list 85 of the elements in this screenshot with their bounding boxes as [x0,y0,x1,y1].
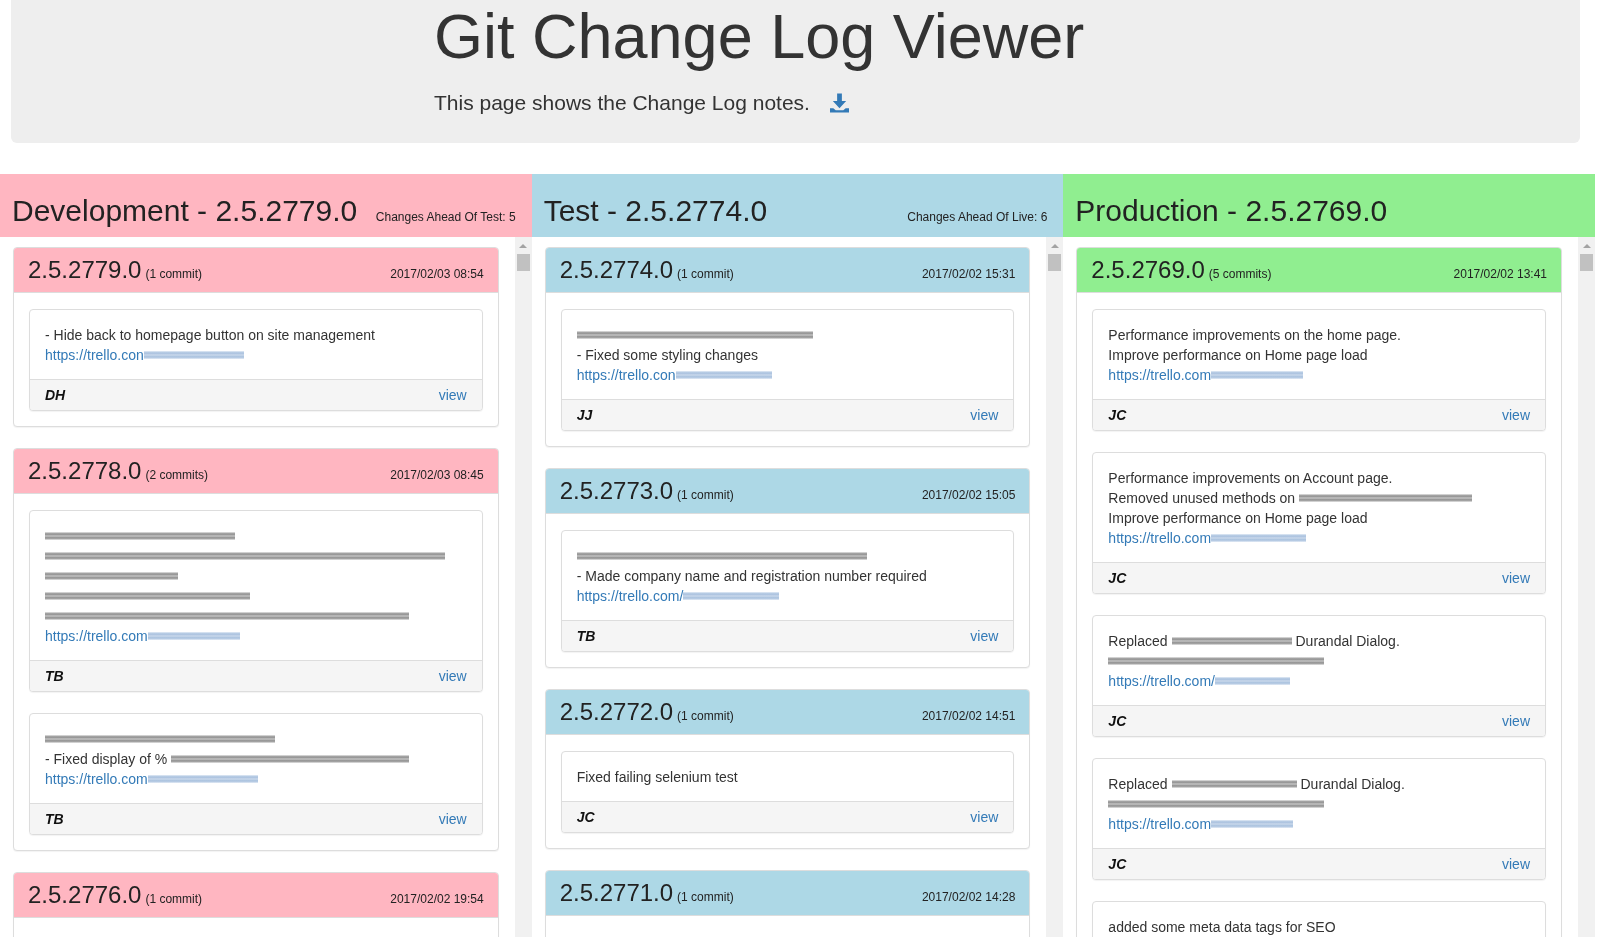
commit-author: JC [1108,406,1127,425]
trello-link[interactable]: https://trello.com/ [576,585,684,607]
scrollbar[interactable] [514,237,532,937]
release-date: 2017/02/02 19:54 [390,891,484,908]
release-version: 2.5.2769.0 [1091,257,1205,283]
commit-author: DH [45,386,66,405]
commit-message: Performance improvements on Account page. [1108,468,1393,488]
release-version: 2.5.2771.0 [559,880,674,906]
commit-message: Performance improvements on the home page. [1108,325,1401,345]
release-version: 2.5.2778.0 [28,458,142,484]
view-link[interactable]: view [970,626,999,646]
release-version: 2.5.2779.0 [28,257,142,283]
commit-count: (5 commits) [1208,266,1272,283]
column-title: Development - 2.5.2779.0 [12,194,358,227]
trello-link[interactable]: https://trello.com [45,625,148,647]
commit-message: Fixed failing selenium test [576,767,738,787]
commit-author: JC [1108,569,1127,588]
view-link[interactable]: view [970,807,999,827]
commit-author: TB [45,667,64,686]
scrollbar-thumb[interactable] [1580,254,1593,271]
commit-message: Durandal Dialog. [1295,631,1400,651]
commit-count: (1 commit) [145,266,203,283]
release-date: 2017/02/02 13:41 [1453,266,1547,283]
view-link[interactable]: view [438,809,467,829]
changes-ahead-note: Changes Ahead Of Test: 5 [375,209,516,226]
scrollbar-thumb[interactable] [516,254,530,271]
commit-message: Durandal Dialog. [1300,774,1405,794]
view-link[interactable]: view [438,385,467,405]
release-date: 2017/02/02 15:05 [921,487,1016,504]
trello-link[interactable]: https://trello.com [1108,813,1212,835]
commit-message: Replaced [1108,631,1168,651]
commit-message: - Hide back to homepage button on site management [45,325,375,345]
release-version: 2.5.2772.0 [559,699,674,725]
scroll-up-arrow-icon[interactable] [1050,244,1059,248]
view-link[interactable]: view [438,666,467,686]
commit-message: added some meta data tags for SEO [1108,917,1336,937]
page-subtitle: This page shows the Change Log notes. [434,90,810,116]
scrollbar-thumb[interactable] [1048,254,1062,271]
commit-count: (1 commit) [677,708,734,725]
commit-message: - Fixed some styling changes [576,345,758,365]
commit-count: (1 commit) [145,891,203,908]
release-date: 2017/02/03 08:54 [390,266,484,283]
release-version: 2.5.2773.0 [559,478,674,504]
view-link[interactable]: view [970,405,999,425]
release-date: 2017/02/03 08:45 [390,467,484,484]
trello-link[interactable]: https://trello.con [45,344,144,366]
commit-count: (1 commit) [677,889,734,906]
release-date: 2017/02/02 14:28 [921,889,1016,906]
trello-link[interactable]: https://trello.com/ [1108,670,1215,692]
view-link[interactable]: view [1502,568,1530,588]
trello-link[interactable]: https://trello.con [576,364,676,386]
trello-link[interactable]: https://trello.com [1108,527,1212,549]
commit-author: JC [1108,712,1127,731]
commit-author: TB [45,810,64,829]
trello-link[interactable]: https://trello.com [45,768,148,790]
commit-count: (1 commit) [677,266,734,283]
column-title: Test - 2.5.2774.0 [543,194,768,227]
scrollbar[interactable] [1046,237,1064,937]
commit-author: TB [576,627,596,646]
commit-message: Improve performance on Home page load [1108,508,1368,528]
scroll-up-arrow-icon[interactable] [1582,244,1591,248]
release-version: 2.5.2774.0 [559,257,674,283]
column-title: Production - 2.5.2769.0 [1075,194,1388,227]
scroll-up-arrow-icon[interactable] [519,244,528,248]
release-version: 2.5.2776.0 [28,882,142,908]
commit-message: Removed unused methods on [1108,488,1296,508]
changes-ahead-note: Changes Ahead Of Live: 6 [907,209,1048,226]
download-icon[interactable] [829,93,849,113]
commit-message: Improve performance on Home page load [1108,345,1368,365]
release-date: 2017/02/02 15:31 [921,266,1016,283]
commit-author: JC [576,808,595,827]
trello-link[interactable]: https://trello.com [1108,364,1212,386]
commit-message: Replaced [1108,774,1168,794]
commit-message: - Made company name and registration number required [576,566,927,586]
commit-count: (2 commits) [145,467,209,484]
commit-author: JC [1108,855,1127,874]
scrollbar[interactable] [1578,237,1595,937]
release-date: 2017/02/02 14:51 [921,708,1016,725]
page-title: Git Change Log Viewer [434,2,1086,71]
commit-author: JJ [576,406,593,425]
view-link[interactable]: view [1502,711,1530,731]
commit-count: (1 commit) [677,487,734,504]
commit-message: - Fixed display of % [45,749,168,769]
view-link[interactable]: view [1502,405,1530,425]
view-link[interactable]: view [1502,854,1530,874]
